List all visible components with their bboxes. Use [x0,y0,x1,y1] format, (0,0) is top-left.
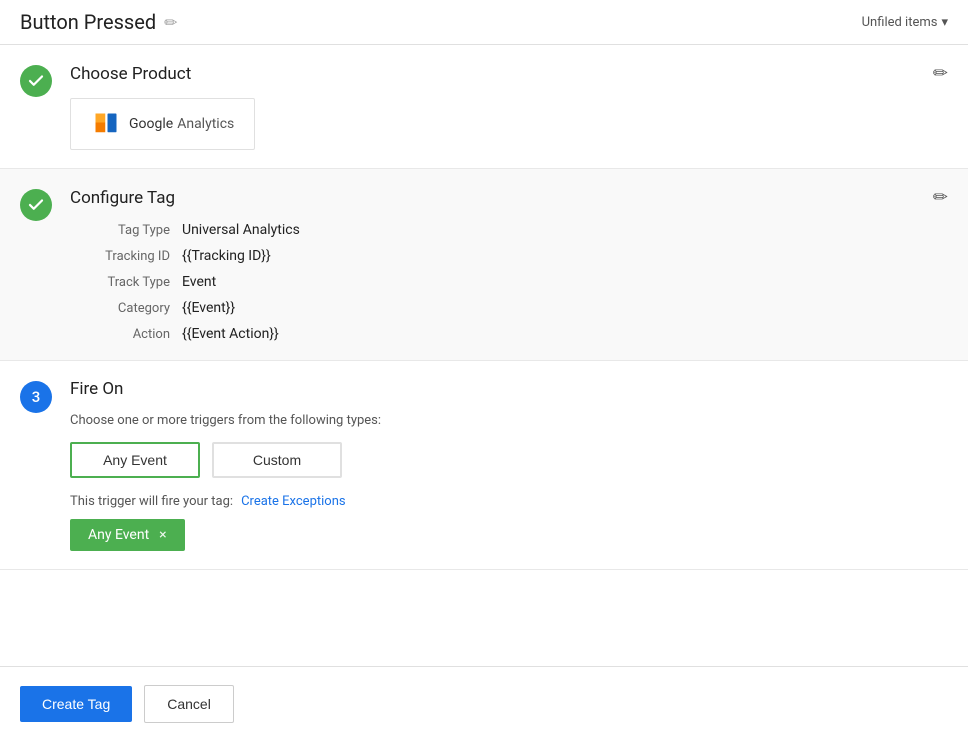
field-row-track-type: Track Type Event [70,274,948,290]
cancel-button[interactable]: Cancel [144,685,234,723]
create-tag-button[interactable]: Create Tag [20,686,132,722]
fire-on-description: Choose one or more triggers from the fol… [70,413,948,428]
trigger-fire-label: This trigger will fire your tag: [70,494,233,509]
top-bar: Button Pressed ✏ Unfiled items ▾ [0,0,968,45]
configure-tag-section: Configure Tag ✏ Tag Type Universal Analy… [0,169,968,361]
analytics-text: Analytics [177,116,234,132]
product-card: Google Analytics [70,98,255,150]
choose-product-section: Choose Product ✏ [0,45,968,169]
number-circle-3: 3 [20,381,52,413]
product-name-wrap: Google Analytics [129,116,234,132]
step-number: 3 [32,388,41,406]
choose-product-header: Choose Product ✏ [70,63,948,84]
choose-product-body: Choose Product ✏ [70,63,948,150]
footer: Create Tag Cancel [0,666,968,741]
google-text: Google [129,116,173,132]
label-tag-type: Tag Type [70,222,170,238]
page-title-text: Button Pressed [20,10,156,34]
configure-tag-header: Configure Tag ✏ [70,187,948,208]
label-track-type: Track Type [70,274,170,290]
fire-on-icon: 3 [20,381,52,413]
choose-product-icon [20,65,52,97]
fire-on-section: 3 Fire On Choose one or more triggers fr… [0,361,968,570]
custom-trigger-button[interactable]: Custom [212,442,342,478]
trigger-buttons: Any Event Custom [70,442,948,478]
page-wrapper: Button Pressed ✏ Unfiled items ▾ Choose … [0,0,968,741]
configure-tag-icon [20,189,52,221]
any-event-trigger-button[interactable]: Any Event [70,442,200,478]
configure-tag-title: Configure Tag [70,188,175,208]
page-title: Button Pressed ✏ [20,10,178,34]
configure-tag-edit-icon[interactable]: ✏ [933,187,948,208]
tag-fields: Tag Type Universal Analytics Tracking ID… [70,222,948,342]
check-circle-2 [20,189,52,221]
label-category: Category [70,300,170,316]
unfiled-items-button[interactable]: Unfiled items ▾ [862,15,948,30]
label-tracking-id: Tracking ID [70,248,170,264]
field-row-tracking-id: Tracking ID {{Tracking ID}} [70,248,948,264]
fire-on-header: Fire On [70,379,948,399]
main-content: Choose Product ✏ [0,45,968,666]
value-action: {{Event Action}} [182,326,279,342]
check-circle-1 [20,65,52,97]
fire-on-body: Fire On Choose one or more triggers from… [70,379,948,551]
unfiled-label: Unfiled items [862,15,938,30]
chip-label: Any Event [88,527,149,543]
unfiled-chevron-icon: ▾ [941,15,948,30]
value-category: {{Event}} [182,300,235,316]
choose-product-title: Choose Product [70,64,191,84]
value-track-type: Event [182,274,216,290]
any-event-chip[interactable]: Any Event × [70,519,185,551]
configure-tag-body: Configure Tag ✏ Tag Type Universal Analy… [70,187,948,342]
choose-product-edit-icon[interactable]: ✏ [933,63,948,84]
chip-close-icon[interactable]: × [159,527,166,543]
fire-on-title: Fire On [70,379,123,399]
create-exceptions-link[interactable]: Create Exceptions [241,494,346,509]
value-tag-type: Universal Analytics [182,222,300,238]
label-action: Action [70,326,170,342]
field-row-action: Action {{Event Action}} [70,326,948,342]
field-row-tag-type: Tag Type Universal Analytics [70,222,948,238]
value-tracking-id: {{Tracking ID}} [182,248,271,264]
trigger-label-row: This trigger will fire your tag: Create … [70,494,948,509]
ga-logo-icon [91,109,121,139]
title-edit-icon[interactable]: ✏ [164,13,177,32]
field-row-category: Category {{Event}} [70,300,948,316]
